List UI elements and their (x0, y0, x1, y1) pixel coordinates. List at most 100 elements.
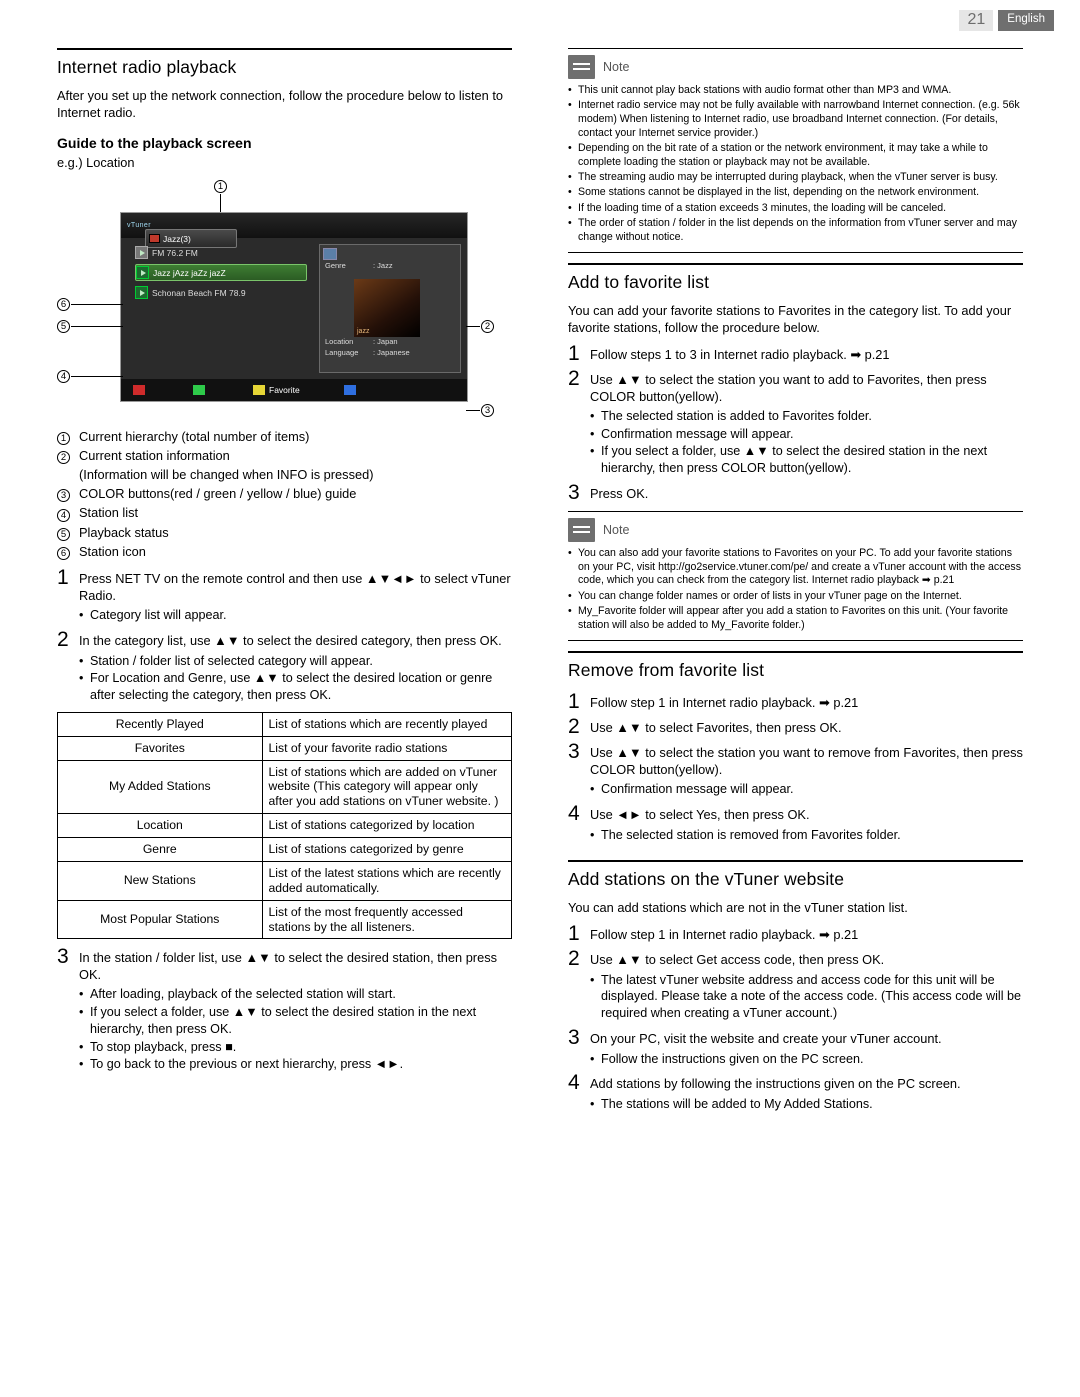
bullet-text: For Location and Genre, use ▲▼ to select… (90, 671, 493, 703)
step: 2 Use ▲▼ to select the station you want … (568, 367, 1023, 405)
step: 2 In the category list, use ▲▼ to select… (57, 628, 512, 650)
step-text: Use ▲▼ to select Get access code, then p… (590, 951, 885, 967)
note-item: • Internet radio service may not be fully… (568, 99, 1023, 140)
legend-text: Station icon (79, 543, 146, 559)
legend-marker: 2 (57, 447, 79, 465)
callout-6: 6 (57, 298, 70, 312)
step-text: Use ▲▼ to select the station you want to… (590, 371, 987, 404)
section-title-add-stations: Add stations on the vTuner website (568, 859, 1023, 890)
bullet-text: The latest vTuner website address and ac… (601, 972, 1022, 1020)
bullet-text: Confirmation message will appear. (601, 782, 794, 797)
info-value: : Japan (373, 337, 398, 347)
page-number: 21 (959, 10, 994, 31)
note-text: My_Favorite folder will appear after you… (578, 604, 1009, 631)
step-bullets: • Station / folder list of selected categ… (79, 653, 512, 704)
list-item: Schonan Beach FM 78.9 (135, 284, 311, 301)
bullet: • Station / folder list of selected categ… (79, 653, 512, 670)
info-key: Location (325, 337, 354, 347)
step-number: 2 (57, 627, 69, 651)
legend-text: Playback status (79, 524, 169, 540)
step: 1 Follow step 1 in Internet radio playba… (568, 690, 1023, 712)
legend-item: 3 COLOR buttons(red / green / yellow / b… (57, 485, 512, 503)
category-desc: List of stations which are recently play… (261, 711, 513, 737)
bullet: • The selected station is removed from Fa… (590, 827, 1023, 844)
category-desc: List of stations categorized by genre (261, 837, 513, 862)
category-desc: List of stations categorized by location (261, 813, 513, 839)
note-item: • This unit cannot play back stations wit… (568, 84, 1023, 98)
category-name: Favorites (57, 735, 263, 761)
legend-marker: 4 (57, 504, 79, 522)
note-title: Note (603, 60, 630, 74)
note-icon (568, 55, 595, 79)
bullet: • Category list will appear. (79, 607, 512, 624)
bullet-text: To go back to the previous or next hiera… (90, 1057, 404, 1072)
bullet: • If you select a folder, use ▲▼ to selec… (79, 1004, 512, 1037)
vtuner-logo: vTuner (127, 222, 151, 230)
step-bullets: • The selected station is removed from Fa… (590, 827, 1023, 844)
yellow-button-icon (253, 385, 265, 396)
step-number: 4 (568, 1071, 580, 1095)
note-list: • This unit cannot play back stations wit… (568, 84, 1023, 244)
bullet: • After loading, playback of the selected… (79, 986, 512, 1003)
note-list: • You can also add your favorite stations… (568, 547, 1023, 633)
bullet-text: Station / folder list of selected catego… (90, 653, 373, 668)
note-text: Some stations cannot be displayed in the… (578, 186, 980, 199)
step-text: Follow step 1 in Internet radio playback… (590, 695, 859, 711)
step-text: In the station / folder list, use ▲▼ to … (79, 950, 497, 983)
step: 3 In the station / folder list, use ▲▼ t… (57, 945, 512, 983)
add-favorite-intro: You can add your favorite stations to Fa… (568, 302, 1012, 335)
category-desc: List of the latest stations which are re… (261, 860, 513, 901)
station-icon (135, 286, 148, 300)
step: 4 Add stations by following the instruct… (568, 1071, 1023, 1093)
step-bullets: • Confirmation message will appear. (590, 781, 1023, 798)
bullet: • For Location and Genre, use ▲▼ to selec… (79, 670, 512, 703)
legend-text: (Information will be changed when INFO i… (79, 467, 374, 483)
list-item: Jazz jAzz jaZz jazZ (135, 264, 307, 282)
bullet: • If you select a folder, use ▲▼ to selec… (590, 443, 1023, 476)
note-header: Note (568, 49, 1023, 84)
note-item: • You can change folder names or order of… (568, 590, 1023, 604)
step-bullets: • Follow the instructions given on the PC… (590, 1051, 1023, 1068)
step-text: Press NET TV on the remote control and t… (79, 570, 511, 603)
legend-item: 1 Current hierarchy (total number of ite… (57, 428, 512, 446)
playback-steps: 1 Press NET TV on the remote control and… (57, 566, 512, 704)
note-item: • Depending on the bit rate of a station … (568, 142, 1023, 170)
note-text: The order of station / folder in the lis… (578, 216, 1017, 243)
category-name: Most Popular Stations (57, 899, 263, 940)
right-column: Note • This unit cannot play back station… (568, 48, 1023, 1117)
note-item: • If the loading time of a station exceed… (568, 202, 1023, 216)
manual-page: 21 English Internet radio playback After… (0, 0, 1080, 1397)
callout-line-4 (71, 376, 123, 378)
step-number: 1 (568, 690, 580, 714)
bullet: • The selected station is added to Favori… (590, 408, 1023, 425)
step: 2 Use ▲▼ to select Get access code, then… (568, 947, 1023, 969)
bullet: • Confirmation message will appear. (590, 781, 1023, 798)
device-screen: vTuner Jazz(3) FM 76.2 FM Jazz jAzz jaZz… (120, 212, 468, 403)
callout-1: 1 (214, 180, 227, 194)
remove-favorite-steps: 1 Follow step 1 in Internet radio playba… (568, 690, 1023, 844)
table-row: New Stations List of the latest stations… (57, 860, 513, 901)
page-title: Internet radio playback (57, 48, 512, 78)
note-text: You can also add your favorite stations … (578, 546, 1022, 587)
note-text: Internet radio service may not be fully … (578, 99, 1020, 139)
note-box-2: Note • You can also add your favorite sta… (568, 510, 1023, 642)
step: 3 On your PC, visit the website and crea… (568, 1026, 1023, 1048)
bullet: • Confirmation message will appear. (590, 426, 1023, 443)
bullet: • The latest vTuner website address and a… (590, 972, 1022, 1020)
step-bullets: • The stations will be added to My Added … (590, 1096, 1023, 1113)
add-stations-steps: 1 Follow step 1 in Internet radio playba… (568, 922, 1023, 1114)
note-item: • The streaming audio may be interrupted … (568, 171, 1023, 185)
category-desc: List of your favorite radio stations (261, 735, 513, 761)
red-button-icon (133, 385, 145, 396)
left-column: Internet radio playback After you set up… (57, 48, 513, 1077)
legend-text: Station list (79, 505, 139, 521)
step-bullets: • Category list will appear. (79, 607, 512, 624)
playback-screen-figure: 1 vTuner Jazz(3) FM 76.2 FM Jazz jAzz ja… (57, 180, 512, 420)
info-key: Genre (325, 261, 346, 271)
step-bullets: • The latest vTuner website address and a… (590, 972, 1023, 1022)
page-header: 21 English (959, 10, 1054, 31)
step-number: 1 (568, 341, 580, 365)
step: 3 Press OK. (568, 481, 1023, 503)
legend-item: 5 Playback status (57, 524, 512, 541)
callout-line-5 (71, 326, 123, 328)
